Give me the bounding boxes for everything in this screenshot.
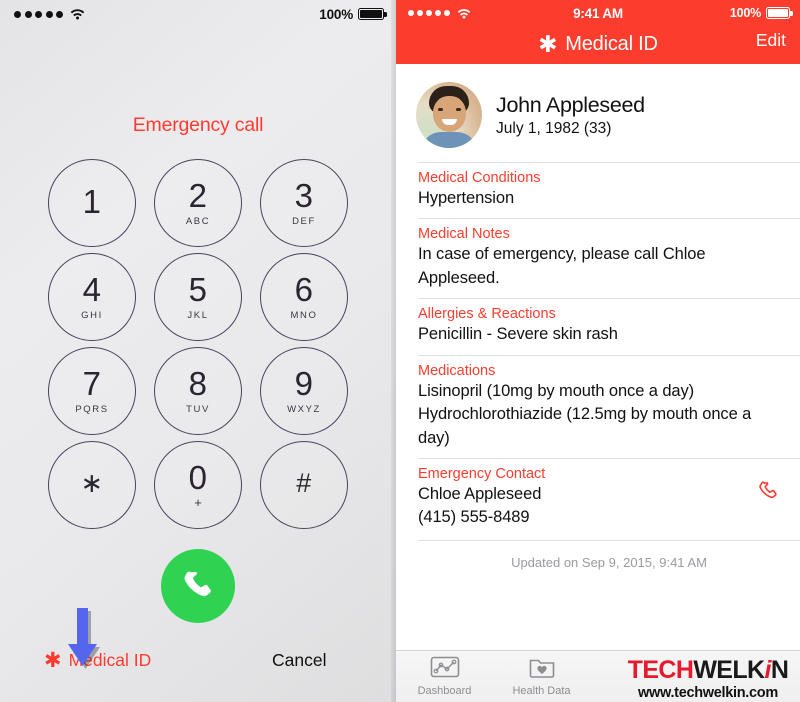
keypad-key-digit: 5 bbox=[188, 271, 208, 308]
keypad-key-digit: 2 bbox=[188, 177, 208, 214]
medical-asterisk-icon: ✱ bbox=[44, 649, 62, 672]
keypad-key-letters: + bbox=[194, 494, 202, 510]
section-value: In case of emergency, please call Chloe … bbox=[418, 245, 706, 287]
keypad-key-letters: DEF bbox=[292, 216, 316, 227]
emergency-call-title: Emergency call bbox=[132, 114, 264, 136]
signal-strength-dots bbox=[14, 10, 63, 18]
section-emergency-contact[interactable]: Emergency Contact Chloe Appleseed (415) … bbox=[418, 457, 800, 540]
section-value: Hypertension bbox=[418, 189, 515, 207]
section-value: Lisinopril (10mg by mouth once a day) Hy… bbox=[418, 381, 752, 447]
battery-percent-label: 100% bbox=[319, 6, 353, 22]
medical-asterisk-icon: ✱ bbox=[538, 30, 558, 57]
emergency-contact-phone: (415) 555-8489 bbox=[418, 508, 530, 527]
keypad-key-1[interactable]: 1 bbox=[48, 159, 136, 247]
watermark-part2: WELK bbox=[693, 655, 765, 684]
status-bar-left: 100% bbox=[0, 0, 396, 28]
dial-keypad[interactable]: 1 2 ABC 3 DEF 4 GHI 5 JKL 6 MNO 7 PQRS 8… bbox=[48, 159, 348, 529]
status-bar-right-right-group: 100% bbox=[729, 6, 793, 20]
keypad-key-4[interactable]: 4 GHI bbox=[48, 253, 136, 341]
watermark-part4: N bbox=[770, 655, 789, 684]
battery-full-icon bbox=[358, 8, 387, 20]
keypad-key-letters: GHI bbox=[81, 310, 103, 321]
wifi-icon bbox=[70, 9, 85, 20]
section-label: Medical Conditions bbox=[418, 170, 541, 186]
page-title-label: Medical ID bbox=[565, 32, 658, 55]
keypad-key-9[interactable]: 9 WXYZ bbox=[260, 347, 348, 435]
avatar bbox=[416, 82, 482, 148]
status-bar-left-right-group: 100% bbox=[319, 6, 387, 22]
screenshot-root: 100% Emergency call 1 2 ABC 3 DEF 4 GHI bbox=[0, 0, 800, 702]
section-label: Emergency Contact bbox=[418, 465, 546, 482]
line-chart-icon bbox=[430, 656, 459, 678]
tab-health-data[interactable]: Health Data bbox=[493, 656, 590, 697]
keypad-key-letters: TUV bbox=[186, 404, 210, 415]
keypad-key-7[interactable]: 7 PQRS bbox=[48, 347, 136, 435]
call-button[interactable] bbox=[161, 549, 235, 623]
keypad-key-letters: WXYZ bbox=[287, 404, 321, 415]
profile-dob: July 1, 1982 (33) bbox=[496, 119, 612, 137]
emergency-bottom-bar: ✱ Medical ID Cancel bbox=[0, 636, 396, 702]
emergency-call-screen: 100% Emergency call 1 2 ABC 3 DEF 4 GHI bbox=[0, 0, 396, 702]
navigation-bar: 9:41 AM 100% ✱ Medical ID Edit bbox=[396, 0, 800, 64]
keypad-key-0[interactable]: 0 + bbox=[154, 441, 242, 529]
keypad-key-digit: 4 bbox=[82, 271, 102, 308]
keypad-key-6[interactable]: 6 MNO bbox=[260, 253, 348, 341]
section-medical-conditions: Medical Conditions Hypertension bbox=[418, 162, 800, 218]
keypad-key-digit: ∗ bbox=[80, 467, 104, 498]
keypad-key-digit: 7 bbox=[82, 365, 102, 402]
battery-percent-label: 100% bbox=[729, 6, 761, 20]
section-medical-notes: Medical Notes In case of emergency, plea… bbox=[418, 218, 800, 298]
folder-heart-icon bbox=[529, 659, 554, 678]
keypad-key-5[interactable]: 5 JKL bbox=[154, 253, 242, 341]
keypad-key-star[interactable]: ∗ bbox=[48, 441, 136, 529]
section-label: Medications bbox=[418, 362, 496, 379]
tab-dashboard[interactable]: Dashboard bbox=[396, 656, 493, 697]
section-allergies-reactions: Allergies & Reactions Penicillin - Sever… bbox=[418, 298, 800, 354]
keypad-key-digit: 3 bbox=[294, 177, 314, 214]
keypad-key-letters: MNO bbox=[290, 310, 318, 321]
section-label: Allergies & Reactions bbox=[418, 306, 556, 323]
updated-timestamp: Updated on Sep 9, 2015, 9:41 AM bbox=[418, 539, 800, 570]
keypad-key-digit: 1 bbox=[82, 182, 102, 220]
watermark-url: www.techwelkin.com bbox=[638, 684, 778, 701]
section-label: Medical Notes bbox=[418, 226, 510, 243]
battery-full-icon bbox=[766, 7, 793, 19]
keypad-key-2[interactable]: 2 ABC bbox=[154, 159, 242, 247]
tab-label: Health Data bbox=[512, 685, 571, 697]
emergency-contact-name: Chloe Appleseed bbox=[418, 484, 542, 503]
keypad-key-digit: 0 bbox=[188, 458, 208, 496]
keypad-key-8[interactable]: 8 TUV bbox=[154, 347, 242, 435]
watermark-part1: TECH bbox=[627, 655, 694, 684]
keypad-key-letters: PQRS bbox=[75, 404, 109, 415]
medical-sections: Medical Conditions Hypertension Medical … bbox=[396, 162, 800, 540]
phone-handset-icon bbox=[184, 571, 211, 597]
keypad-key-3[interactable]: 3 DEF bbox=[260, 159, 348, 247]
edit-button[interactable]: Edit bbox=[756, 30, 786, 51]
phone-handset-outline-icon[interactable] bbox=[756, 479, 782, 505]
section-medications: Medications Lisinopril (10mg by mouth on… bbox=[418, 354, 800, 458]
section-value: Penicillin - Severe skin rash bbox=[418, 325, 618, 344]
profile-header: John Appleseed July 1, 1982 (33) bbox=[396, 64, 800, 162]
keypad-key-digit: # bbox=[296, 467, 312, 498]
profile-text: John Appleseed July 1, 1982 (33) bbox=[496, 93, 645, 138]
medical-id-screen: 9:41 AM 100% ✱ Medical ID Edit John Appl… bbox=[396, 0, 800, 702]
keypad-key-letters: JKL bbox=[187, 310, 209, 321]
keypad-key-digit: 6 bbox=[294, 271, 314, 308]
page-title: ✱ Medical ID bbox=[396, 26, 800, 62]
tab-label: Dashboard bbox=[417, 685, 472, 697]
status-bar-right: 9:41 AM 100% bbox=[396, 0, 800, 26]
annotation-arrow-down-icon bbox=[68, 608, 100, 669]
watermark: TECHWELKiN www.techwelkin.com bbox=[620, 655, 796, 701]
profile-name: John Appleseed bbox=[496, 92, 645, 117]
keypad-key-digit: 9 bbox=[294, 365, 314, 402]
keypad-key-hash[interactable]: # bbox=[260, 441, 348, 529]
keypad-key-digit: 8 bbox=[188, 365, 208, 402]
keypad-key-letters: ABC bbox=[185, 216, 211, 227]
watermark-brand: TECHWELKiN bbox=[620, 655, 796, 684]
cancel-button[interactable]: Cancel bbox=[272, 650, 326, 671]
